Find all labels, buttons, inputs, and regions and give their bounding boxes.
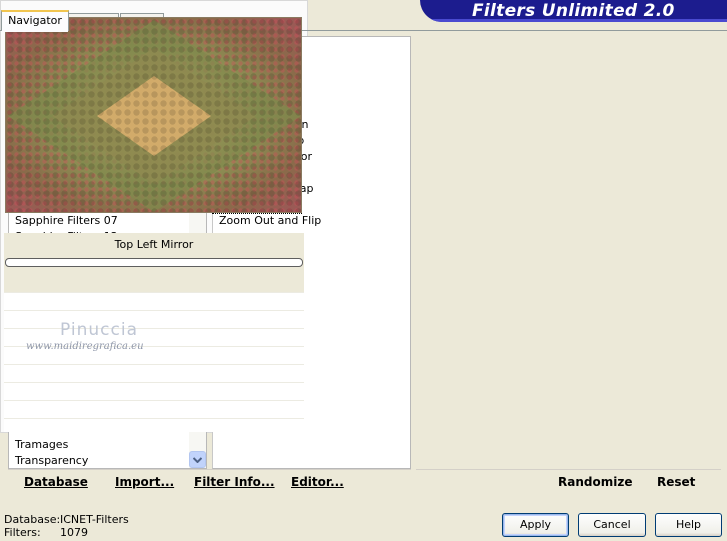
watermark-url: www.maidiregrafica.eu [26,341,144,352]
watermark-name: Pinuccia [60,320,138,340]
database-button[interactable]: Database [24,475,88,489]
help-button[interactable]: Help [655,513,722,537]
status-filters: Filters: 1079 [4,526,88,539]
filters-count: 1079 [60,526,88,539]
category-item[interactable]: Transparency [9,453,91,469]
progress-bar [5,258,303,267]
filter-item[interactable]: Zoom Out and Flip [213,213,324,229]
status-database: Database:ICNET-Filters [4,513,129,526]
left-button-strip: Database Import... Filter Info... Editor… [8,469,411,496]
editor-button[interactable]: Editor... [291,475,344,489]
filters-label: Filters: [4,526,41,539]
category-item[interactable]: Tramages [9,437,71,453]
right-button-strip: Randomize Reset [416,469,721,496]
reset-button[interactable]: Reset [657,475,695,489]
selected-filter-name: Top Left Mirror [4,233,304,256]
filter-info-button[interactable]: Filter Info... [194,475,275,489]
database-value: ICNET-Filters [60,513,129,526]
database-label: Database: [4,513,61,526]
filter-preview-image [5,17,302,213]
import-button[interactable]: Import... [115,475,174,489]
chevron-down-icon [193,456,202,463]
category-item[interactable]: Sapphire Filters 07 [9,213,121,229]
app-title: Filters Unlimited 2.0 [472,1,675,21]
apply-button[interactable]: Apply [502,513,569,537]
cancel-button[interactable]: Cancel [578,513,646,537]
filter-controls-area: Pinuccia www.maidiregrafica.eu [4,292,304,432]
app-title-banner: Filters Unlimited 2.0 [420,0,727,22]
scroll-down-button[interactable] [189,451,206,468]
randomize-button[interactable]: Randomize [558,475,632,489]
progress-area [4,256,304,292]
tab-navigator[interactable]: Navigator [1,10,69,32]
